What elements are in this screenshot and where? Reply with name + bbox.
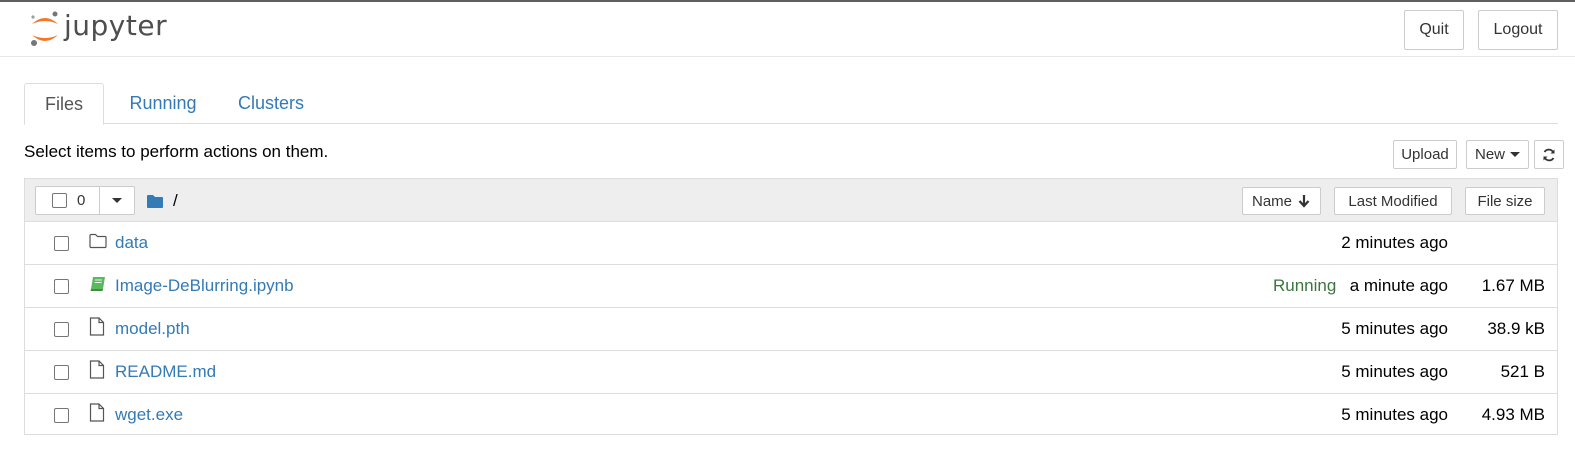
new-dropdown-button[interactable]: New — [1466, 140, 1529, 169]
sort-size-button[interactable]: File size — [1465, 187, 1545, 215]
last-modified: a minute ago — [1349, 276, 1448, 295]
logout-button[interactable]: Logout — [1478, 10, 1558, 50]
breadcrumb: / — [146, 191, 178, 211]
header: jupyter Quit Logout — [0, 2, 1575, 57]
sort-name-label: Name — [1251, 192, 1292, 210]
file-icon — [89, 317, 105, 336]
last-modified: 2 minutes ago — [1341, 233, 1448, 252]
list-item[interactable]: Image-DeBlurring.ipynb Running a minute … — [25, 265, 1557, 308]
selection-hint: Select items to perform actions on them. — [24, 142, 329, 161]
arrow-down-icon — [1298, 195, 1310, 208]
app-name: jupyter — [64, 8, 168, 42]
list-item[interactable]: model.pth 5 minutes ago 38.9 kB — [25, 308, 1557, 351]
list-item[interactable]: data 2 minutes ago — [25, 222, 1557, 265]
row-checkbox[interactable] — [54, 408, 69, 423]
folder-icon — [89, 233, 107, 249]
row-checkbox[interactable] — [54, 279, 69, 294]
file-icon — [89, 360, 105, 379]
quit-button[interactable]: Quit — [1404, 10, 1464, 50]
breadcrumb-root[interactable]: / — [173, 191, 178, 211]
row-checkbox[interactable] — [54, 236, 69, 251]
file-name-link[interactable]: README.md — [115, 362, 216, 382]
refresh-button[interactable] — [1534, 140, 1564, 169]
sort-modified-button[interactable]: Last Modified — [1334, 187, 1452, 215]
file-name-link[interactable]: Image-DeBlurring.ipynb — [115, 276, 294, 296]
sort-name-button[interactable]: Name — [1242, 187, 1321, 215]
file-list: 0 / Name Last Modified File size data 2 … — [24, 178, 1558, 435]
file-name-link[interactable]: wget.exe — [115, 405, 183, 425]
last-modified: 5 minutes ago — [1341, 362, 1448, 381]
caret-down-icon — [1510, 152, 1520, 157]
select-all-checkbox[interactable] — [52, 193, 67, 208]
list-item[interactable]: README.md 5 minutes ago 521 B — [25, 351, 1557, 394]
jupyter-logo-icon — [28, 10, 62, 48]
refresh-icon — [1543, 148, 1555, 161]
last-modified: 5 minutes ago — [1341, 405, 1448, 424]
folder-filled-icon[interactable] — [146, 194, 164, 209]
file-size: 4.93 MB — [1481, 405, 1545, 424]
file-size: 521 B — [1500, 362, 1545, 381]
file-icon — [89, 403, 105, 422]
select-menu-button[interactable] — [100, 187, 134, 214]
tab-bar: Files Running Clusters — [24, 83, 1558, 125]
selected-count: 0 — [77, 192, 86, 209]
tab-files[interactable]: Files — [24, 83, 104, 125]
select-all-area[interactable]: 0 — [36, 187, 100, 214]
file-size: 1.67 MB — [1481, 276, 1545, 295]
file-name-link[interactable]: data — [115, 233, 148, 253]
running-status: Running — [1273, 276, 1337, 295]
notebook-icon — [90, 277, 105, 291]
file-size: 38.9 kB — [1487, 319, 1545, 338]
upload-button[interactable]: Upload — [1393, 140, 1457, 169]
row-checkbox[interactable] — [54, 322, 69, 337]
row-checkbox[interactable] — [54, 365, 69, 380]
file-name-link[interactable]: model.pth — [115, 319, 190, 339]
tab-clusters[interactable]: Clusters — [238, 83, 304, 124]
select-all-control: 0 — [35, 186, 135, 215]
list-item[interactable]: wget.exe 5 minutes ago 4.93 MB — [25, 394, 1557, 437]
last-modified: 5 minutes ago — [1341, 319, 1448, 338]
file-list-header: 0 / Name Last Modified File size — [25, 179, 1557, 222]
caret-down-icon — [112, 198, 122, 203]
jupyter-logo[interactable]: jupyter — [28, 8, 168, 48]
new-label: New — [1474, 146, 1505, 163]
tab-running[interactable]: Running — [128, 83, 198, 124]
